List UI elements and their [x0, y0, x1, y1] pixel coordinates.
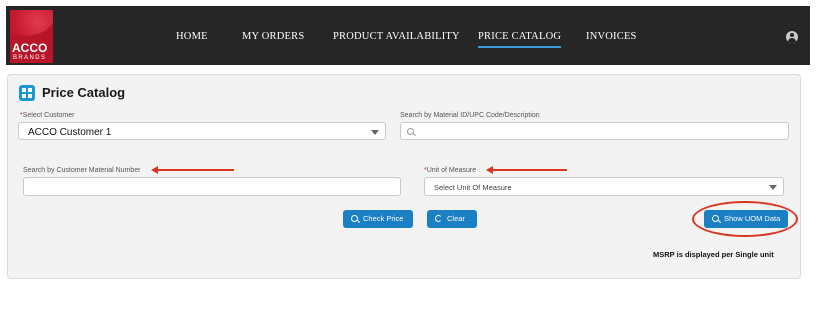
user-avatar-icon[interactable] — [786, 31, 798, 43]
customer-label: *Select Customer — [20, 112, 74, 119]
check-price-label: Check Price — [363, 214, 404, 223]
search-icon — [407, 128, 414, 135]
clear-button[interactable]: Clear — [427, 210, 477, 228]
annotation-arrow-customer-material — [151, 166, 234, 174]
uom-select[interactable]: Select Unit Of Measure — [424, 177, 784, 196]
customer-select-value: ACCO Customer 1 — [28, 127, 112, 138]
chevron-down-icon — [769, 185, 777, 190]
grid-icon — [19, 85, 35, 101]
customer-label-text: Select Customer — [22, 112, 75, 119]
clear-label: Clear — [447, 214, 465, 223]
customer-select[interactable]: ACCO Customer 1 — [18, 122, 386, 140]
uom-select-value: Select Unit Of Measure — [434, 183, 512, 192]
material-search-input[interactable] — [400, 122, 789, 140]
acco-brands-logo[interactable]: ACCO BRANDS — [10, 10, 53, 63]
nav-my-orders[interactable]: MY ORDERS — [242, 31, 304, 42]
nav-home[interactable]: HOME — [176, 31, 208, 42]
msrp-note: MSRP is displayed per Single unit — [653, 250, 774, 259]
annotation-oval-show-uom — [692, 201, 798, 237]
uom-label-text: Unit of Measure — [426, 167, 477, 174]
nav-price-catalog[interactable]: PRICE CATALOG — [478, 31, 562, 48]
customer-material-input[interactable] — [23, 177, 401, 196]
annotation-arrow-uom — [486, 166, 567, 174]
customer-material-label: Search by Customer Material Number — [23, 167, 141, 174]
logo-sub: BRANDS — [13, 55, 47, 61]
uom-label: *Unit of Measure — [424, 167, 476, 174]
page-title: Price Catalog — [42, 85, 126, 100]
price-catalog-card: Price Catalog *Select Customer ACCO Cust… — [7, 74, 801, 279]
refresh-icon — [435, 215, 442, 222]
chevron-down-icon — [371, 130, 379, 135]
check-price-button[interactable]: Check Price — [343, 210, 413, 228]
top-nav-bar: ACCO BRANDS HOME MY ORDERS PRODUCT AVAIL… — [6, 6, 810, 65]
search-icon — [351, 215, 358, 222]
logo-swoosh — [10, 10, 53, 36]
logo-word: ACCO — [12, 41, 48, 55]
nav-invoices[interactable]: INVOICES — [586, 31, 637, 42]
nav-product-availability[interactable]: PRODUCT AVAILABILITY — [333, 31, 460, 42]
material-search-label: Search by Material ID/UPC Code/Descripti… — [400, 112, 540, 119]
